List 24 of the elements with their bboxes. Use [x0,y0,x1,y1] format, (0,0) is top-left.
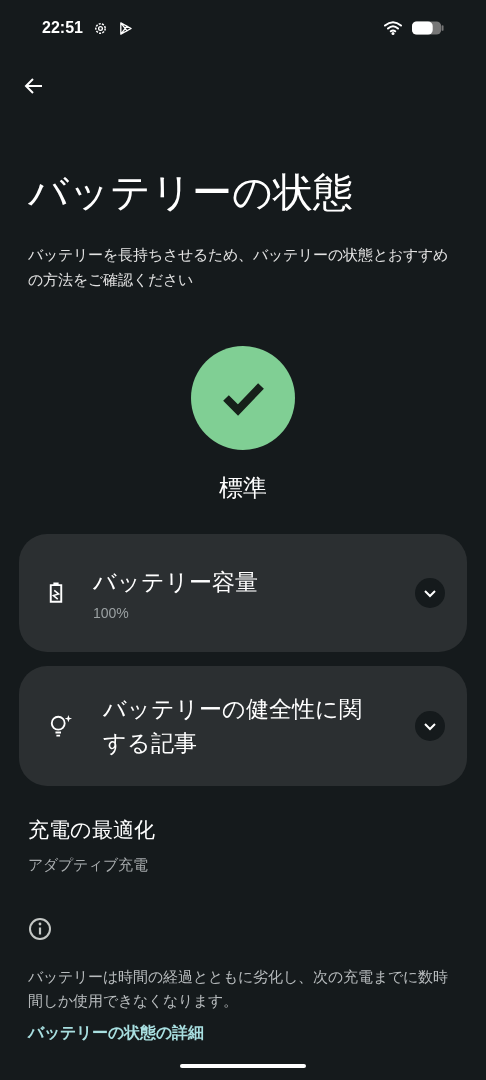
page-title: バッテリーの状態 [28,169,354,216]
expandable-card[interactable]: バッテリー容量 100% [19,534,467,652]
chevron-down-icon[interactable] [415,578,445,608]
battery-icon [412,20,444,36]
item-title: 充電の最適化 [28,817,156,843]
charging-optimization-item[interactable]: 充電の最適化 アダプティブ充電 [28,816,458,875]
card-title: バッテリー容量 [93,568,259,597]
status-label: 標準 [219,473,267,503]
battery-charging-icon [49,582,63,604]
card-subtitle: 100% [93,605,130,621]
chevron-down-icon[interactable] [415,711,445,741]
status-time: 22:51 [42,19,83,37]
info-text: バッテリーは時間の経過とともに劣化し、次の充電までに数時間しか使用できなくなります。 [28,967,449,1011]
back-icon[interactable] [24,76,44,96]
lightbulb-sparkle-icon [49,714,73,738]
page-description: バッテリーを長持ちさせるため、バッテリーの状態とおすすめの方法をご確認ください [28,245,449,290]
card-title: バッテリーの健全性に関する記事 [103,695,363,758]
play-triangle-icon [117,20,133,36]
wifi-icon [384,21,402,35]
details-link[interactable]: バッテリーの状態の詳細 [28,1023,204,1044]
gear-icon [92,20,108,36]
info-icon [28,917,52,941]
item-subtitle: アダプティブ充電 [28,856,149,875]
expandable-card[interactable]: バッテリーの健全性に関する記事 [19,666,467,786]
